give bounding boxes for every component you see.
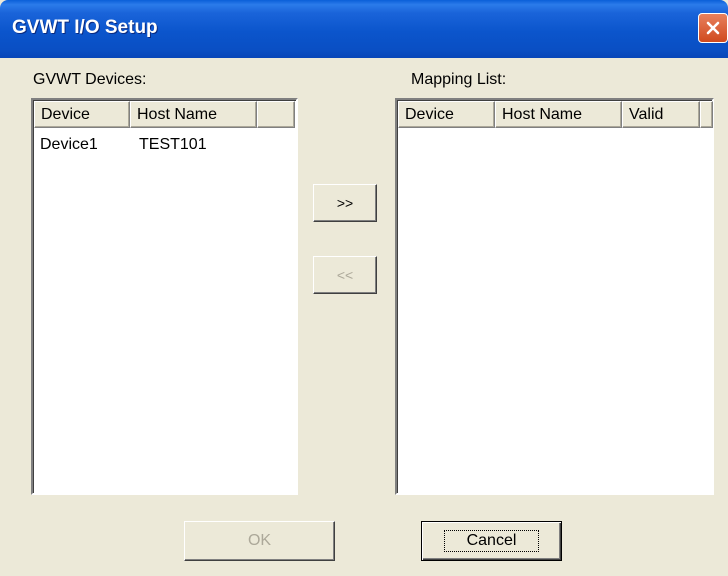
devices-list[interactable]: Device Host Name Device1 TEST101 [31, 98, 298, 495]
column-header-device[interactable]: Device [398, 101, 495, 128]
devices-label: GVWT Devices: [33, 71, 147, 88]
dialog-window: GVWT I/O Setup GVWT Devices: Device Host… [0, 0, 728, 576]
window-title: GVWT I/O Setup [12, 17, 158, 38]
column-header-filler [700, 101, 713, 128]
ok-button[interactable]: OK [184, 521, 335, 561]
column-header-host-name[interactable]: Host Name [495, 101, 622, 128]
devices-list-header: Device Host Name [34, 101, 295, 128]
cell-host-name: TEST101 [139, 136, 207, 153]
close-button[interactable] [698, 13, 728, 43]
list-item[interactable]: Device1 TEST101 [40, 136, 207, 154]
cancel-button-label: Cancel [443, 530, 540, 552]
column-header-valid[interactable]: Valid [622, 101, 700, 128]
column-header-filler [257, 101, 295, 128]
title-bar[interactable]: GVWT I/O Setup [0, 0, 728, 58]
mapping-list-header: Device Host Name Valid [398, 101, 713, 128]
cell-device: Device1 [40, 136, 98, 153]
column-header-device[interactable]: Device [34, 101, 130, 128]
mapping-list-label: Mapping List: [411, 71, 507, 88]
mapping-list[interactable]: Device Host Name Valid [395, 98, 714, 495]
close-icon [706, 21, 720, 35]
column-header-host-name[interactable]: Host Name [130, 101, 257, 128]
cancel-button[interactable]: Cancel [421, 521, 562, 561]
add-mapping-button[interactable]: >> [313, 184, 377, 222]
remove-mapping-button[interactable]: << [313, 256, 377, 294]
